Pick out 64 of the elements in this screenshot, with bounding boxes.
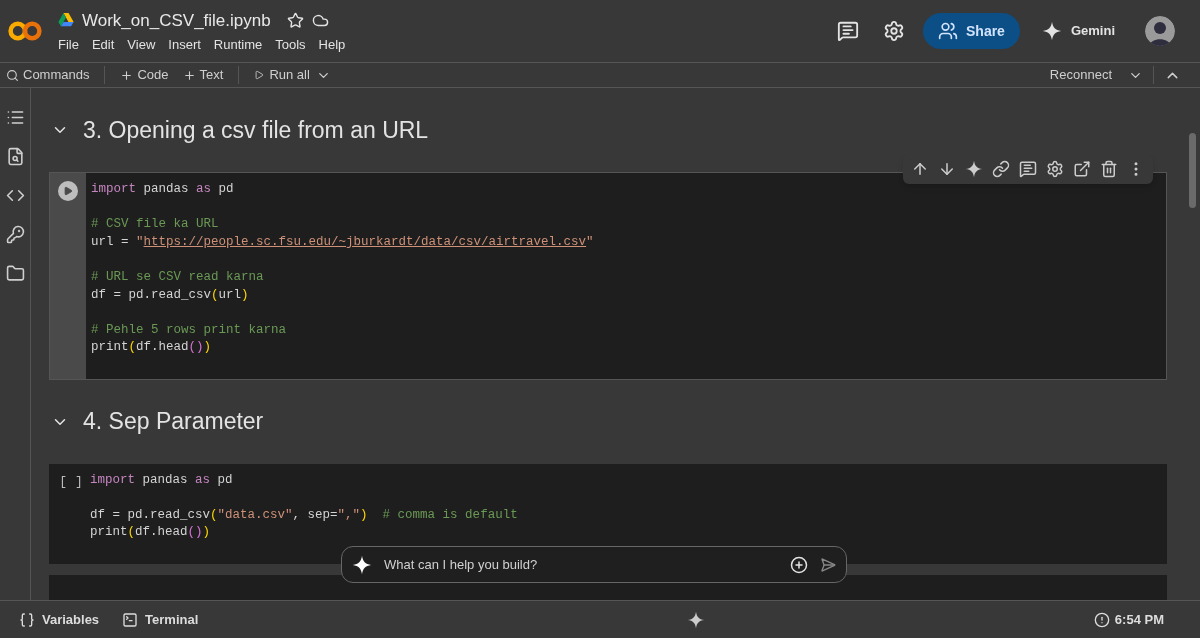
menu-item[interactable]: File — [58, 35, 79, 55]
move-down-icon[interactable] — [938, 160, 956, 178]
mirror-cell-icon[interactable] — [1073, 160, 1091, 178]
code-line: # URL se CSV read karna — [91, 268, 265, 286]
star-icon[interactable] — [286, 11, 304, 29]
prompt-dialog[interactable]: What can I help you build? — [341, 546, 847, 583]
code-line: import pandas as pd — [91, 181, 235, 198]
menu-item[interactable]: Insert — [168, 35, 201, 55]
variables-button[interactable]: Variables — [19, 609, 100, 630]
drive-icon — [58, 13, 74, 28]
menu-item[interactable]: Edit — [91, 35, 115, 55]
execution-count: [ ] — [59, 472, 83, 491]
send-icon[interactable] — [820, 556, 836, 573]
terminal-button[interactable]: Terminal — [122, 609, 199, 630]
section-heading: 3. Opening a csv file from an URL — [83, 115, 429, 145]
code-line: # Pehle 5 rows print karna — [91, 321, 288, 339]
settings-icon[interactable] — [1046, 160, 1064, 178]
menu-item[interactable]: Help — [318, 35, 346, 55]
add-code-button[interactable]: Code — [120, 65, 169, 85]
code-line: url = "https://people.sc.fsu.edu/~jburkardt/data/csv/airtravel.csv" — [91, 233, 595, 251]
delete-icon[interactable] — [1100, 160, 1118, 178]
avatar[interactable] — [1145, 16, 1175, 46]
sparkle-icon[interactable] — [965, 160, 983, 178]
comment-icon[interactable] — [1019, 160, 1037, 178]
menu-item[interactable]: Tools — [275, 35, 306, 55]
commands-button[interactable]: Commands — [6, 65, 90, 85]
plus-icon[interactable] — [182, 68, 196, 82]
share-button[interactable]: Share — [923, 13, 1020, 49]
add-icon[interactable] — [790, 555, 808, 574]
gemini-button[interactable]: Gemini — [1041, 21, 1115, 41]
comment-icon[interactable] — [837, 20, 859, 42]
folder-icon[interactable] — [5, 264, 25, 283]
terminal-icon[interactable] — [122, 611, 139, 628]
move-up-icon[interactable] — [911, 160, 929, 178]
code-line: print(df.head()) — [91, 339, 213, 357]
table-of-contents-icon[interactable] — [5, 108, 25, 127]
run-all-button[interactable]: Run all — [254, 65, 310, 85]
menu-item[interactable]: View — [127, 35, 156, 55]
plus-icon[interactable] — [120, 68, 134, 82]
scrollbar[interactable] — [1189, 133, 1196, 208]
menu-item[interactable]: Runtime — [213, 35, 263, 55]
settings-icon[interactable] — [883, 20, 905, 42]
code-line: df = pd.read_csv(url) — [91, 286, 250, 304]
link-icon[interactable] — [992, 160, 1010, 178]
people-icon[interactable] — [938, 21, 958, 41]
code-cell[interactable]: import pandas as pd # CSV file ka URL url = "https://people.sc.fsu.edu/~jburkardt/data/csv/airtravel.csv" # URL se CSV read karna df = pd.read_csv(url) # Pehle 5 rows print karna print(df.head()) — [49, 172, 1167, 380]
code-line: import pandas as pd — [90, 471, 234, 489]
alert-icon[interactable] — [1093, 611, 1110, 628]
find-icon[interactable] — [5, 147, 25, 166]
key-icon[interactable] — [5, 225, 25, 244]
search-icon[interactable] — [6, 68, 19, 82]
code-line: df = pd.read_csv("data.csv", sep=",") # comma is default — [90, 506, 519, 524]
code-line: # CSV file ka URL — [91, 216, 220, 234]
code-line: print(df.head()) — [90, 524, 212, 542]
play-icon[interactable] — [63, 186, 73, 196]
add-text-button[interactable]: Text — [182, 65, 224, 85]
run-cell-button[interactable] — [58, 181, 78, 201]
reconnect-button[interactable]: Reconnect — [1049, 65, 1112, 85]
notebook-title[interactable]: Work_on_CSV_file.ipynb — [82, 7, 271, 33]
braces-icon[interactable] — [19, 611, 35, 628]
play-icon[interactable] — [254, 70, 265, 80]
status-time: 6:54 PM — [1114, 610, 1164, 629]
logo-icon — [7, 20, 43, 42]
section-heading: 4. Sep Parameter — [83, 407, 264, 437]
